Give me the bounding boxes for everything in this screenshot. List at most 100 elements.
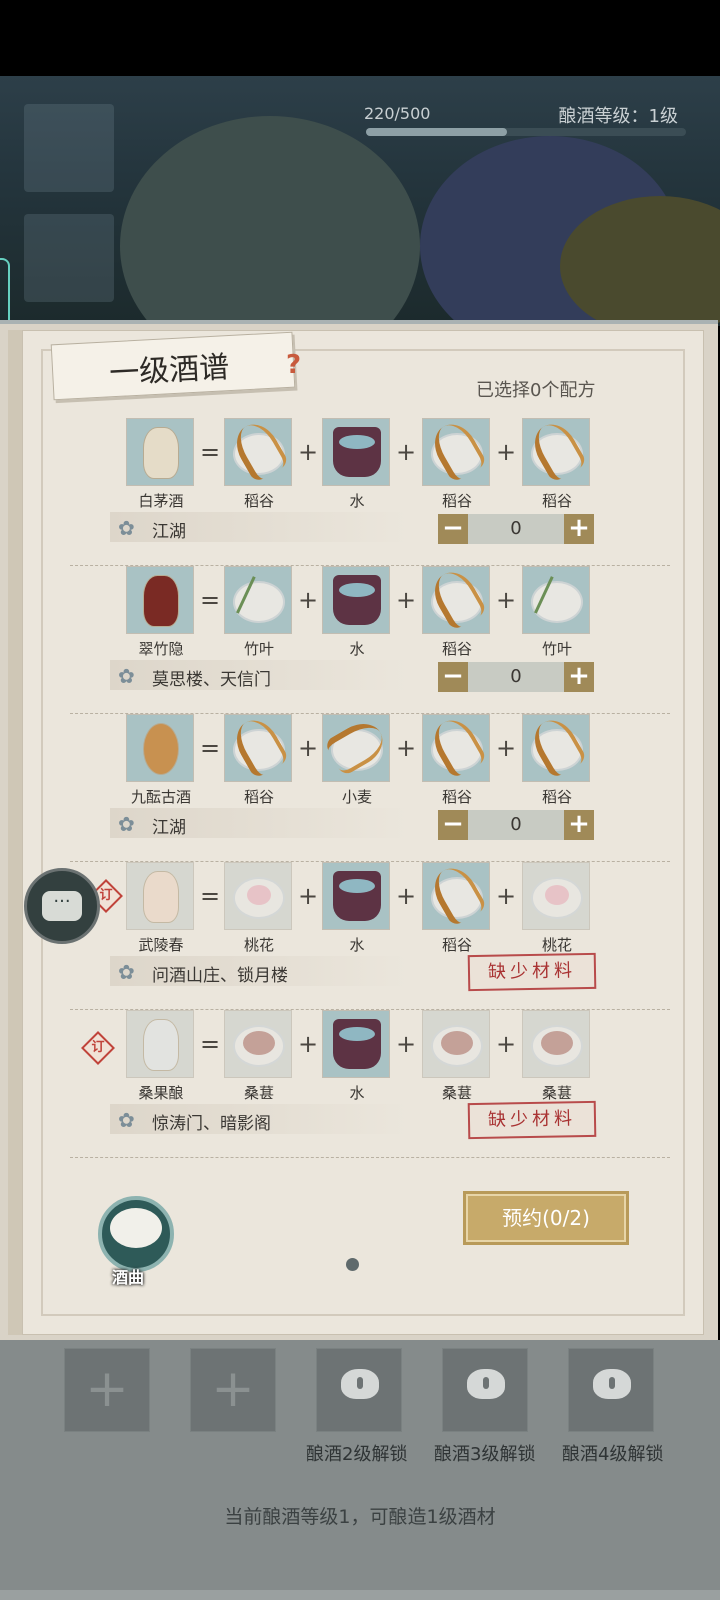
badge-text: 订 <box>91 1040 105 1055</box>
tree-shape <box>120 116 420 326</box>
quantity-stepper: − 0 + <box>438 810 594 840</box>
plus-sign: + <box>298 1030 319 1058</box>
ingredient-tile <box>422 418 490 486</box>
water-bucket-icon <box>333 871 381 921</box>
minus-button[interactable]: − <box>438 810 468 840</box>
flower-icon: ✿ <box>118 516 135 540</box>
ingredient[interactable]: 桃花 <box>522 862 592 955</box>
ingredient[interactable]: 竹叶 <box>522 566 592 659</box>
book-spine <box>8 330 22 1335</box>
ingredient-label: 稻谷 <box>441 788 472 806</box>
brew-level-text: 酿酒等级：1级 <box>558 106 678 127</box>
ingredient-label: 稻谷 <box>243 788 274 806</box>
equals-sign: = <box>200 882 221 910</box>
ingredient[interactable]: 桑葚 <box>224 1010 294 1103</box>
ingredient[interactable]: 稻谷 <box>422 862 492 955</box>
recipe-product[interactable]: 翠竹隐 <box>126 566 196 659</box>
brew-slot-locked[interactable] <box>442 1348 528 1432</box>
ingredient[interactable]: 竹叶 <box>224 566 294 659</box>
ingredient-tile <box>422 566 490 634</box>
ingredient-label: 桃花 <box>243 936 274 954</box>
ingredient-tile <box>322 1010 390 1078</box>
recipe-name: 武陵春 <box>138 936 184 954</box>
minus-button[interactable]: − <box>438 514 468 544</box>
ingredient-label: 稻谷 <box>441 936 472 954</box>
ingredient-label: 稻谷 <box>541 788 572 806</box>
recipe-name: 九酝古酒 <box>130 788 191 806</box>
recipe-product[interactable]: 桑果酿 <box>126 1010 196 1103</box>
brew-slot-locked[interactable] <box>316 1348 402 1432</box>
plus-sign: + <box>496 1030 517 1058</box>
recipe-product[interactable]: 武陵春 <box>126 862 196 955</box>
recipe-origin: 江湖 <box>152 522 186 542</box>
ingredient-tile <box>422 1010 490 1078</box>
recipe-product[interactable]: 九酝古酒 <box>126 714 196 807</box>
ingredient[interactable]: 小麦 <box>322 714 392 807</box>
recipe-name: 翠竹隐 <box>138 640 184 658</box>
water-bucket-icon <box>333 1019 381 1069</box>
plus-button[interactable]: + <box>564 514 594 544</box>
chat-button[interactable]: ··· <box>24 868 100 944</box>
equals-sign: = <box>200 734 221 762</box>
mulberry-icon <box>243 1031 275 1055</box>
recipe-name: 桑果酿 <box>138 1084 184 1102</box>
recipe-row[interactable]: 九酝古酒 = 稻谷 + 小麦 + 稻谷 + 稻谷 ✿ 江湖 − 0 + <box>70 714 670 862</box>
lock-icon <box>593 1369 631 1399</box>
recipe-row[interactable]: 白茅酒 = 稻谷 + 水 + 稻谷 + 稻谷 ✿ 江湖 − 0 + <box>70 418 670 566</box>
rice-grain-icon <box>228 715 290 780</box>
ingredient[interactable]: 稻谷 <box>422 566 492 659</box>
rice-grain-icon <box>426 863 488 928</box>
ingredient-label: 桑葚 <box>243 1084 274 1102</box>
ingredient[interactable]: 稻谷 <box>422 418 492 511</box>
ingredient-tile <box>322 418 390 486</box>
quantity-value: 0 <box>468 514 564 544</box>
koji-button[interactable] <box>98 1196 174 1272</box>
ingredient[interactable]: 桑葚 <box>522 1010 592 1103</box>
brew-slot-empty[interactable]: + <box>64 1348 150 1432</box>
plus-button[interactable]: + <box>564 662 594 692</box>
ingredient[interactable]: 稻谷 <box>224 418 294 511</box>
xp-progress-text: 220/500 <box>364 104 431 123</box>
recipe-row[interactable]: 武陵春 订 = 桃花 + 水 + 稻谷 + 桃花 ✿ 问酒山庄、锁月楼 缺少材料 <box>70 862 670 1010</box>
ingredient[interactable]: 稻谷 <box>224 714 294 807</box>
help-question-icon[interactable]: ? <box>286 350 301 380</box>
ingredient-tile <box>522 862 590 930</box>
recipe-product[interactable]: 白茅酒 <box>126 418 196 511</box>
red-jar-icon <box>143 575 179 627</box>
plus-sign: + <box>298 734 319 762</box>
ingredient[interactable]: 桃花 <box>224 862 294 955</box>
minus-button[interactable]: − <box>438 662 468 692</box>
plus-button[interactable]: + <box>564 810 594 840</box>
ingredient-label: 桃花 <box>541 936 572 954</box>
ingredient[interactable]: 水 <box>322 862 392 955</box>
rice-grain-icon <box>426 715 488 780</box>
water-bucket-icon <box>333 427 381 477</box>
ingredient-label: 稻谷 <box>441 492 472 510</box>
ingredient-tile <box>422 862 490 930</box>
rice-grain-icon <box>526 715 588 780</box>
brew-slot-empty[interactable]: + <box>190 1348 276 1432</box>
brewing-slots-panel: + + 酿酒2级解锁 酿酒3级解锁 酿酒4级解锁 <box>0 1340 720 1600</box>
brew-slot-locked[interactable] <box>568 1348 654 1432</box>
ingredient-tile <box>224 1010 292 1078</box>
flower-icon: ✿ <box>118 1108 135 1132</box>
plus-sign: + <box>496 882 517 910</box>
flower-icon: ✿ <box>118 664 135 688</box>
ingredient[interactable]: 稻谷 <box>522 714 592 807</box>
ingredient[interactable]: 水 <box>322 1010 392 1103</box>
ingredient[interactable]: 稻谷 <box>522 418 592 511</box>
plus-sign: + <box>396 586 417 614</box>
ingredient-label: 水 <box>349 640 365 658</box>
reserve-button[interactable]: 预约(0/2) <box>466 1194 626 1242</box>
ingredient-label: 稻谷 <box>541 492 572 510</box>
ingredient[interactable]: 桑葚 <box>422 1010 492 1103</box>
ingredient-tile <box>522 566 590 634</box>
add-icon: + <box>211 1359 255 1419</box>
ingredient[interactable]: 水 <box>322 418 392 511</box>
missing-materials-stamp: 缺少材料 <box>467 952 597 992</box>
ingredient[interactable]: 水 <box>322 566 392 659</box>
ingredient[interactable]: 稻谷 <box>422 714 492 807</box>
recipe-row[interactable]: 桑果酿 订 = 桑葚 + 水 + 桑葚 + 桑葚 ✿ 惊涛门、暗影阁 缺少材料 <box>70 1010 670 1158</box>
recipe-row[interactable]: 翠竹隐 = 竹叶 + 水 + 稻谷 + 竹叶 ✿ 莫思楼、天信门 − 0 + <box>70 566 670 714</box>
koji-bowl-icon <box>110 1208 162 1248</box>
